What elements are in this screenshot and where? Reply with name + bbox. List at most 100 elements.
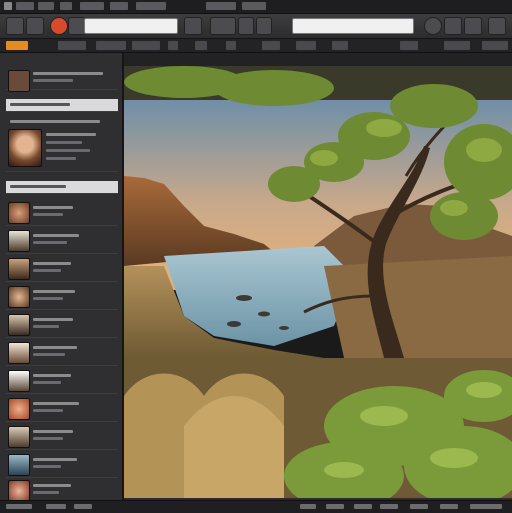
text-line xyxy=(33,465,61,468)
menu-item[interactable] xyxy=(16,2,34,10)
status-text xyxy=(470,504,502,509)
search-icon[interactable] xyxy=(424,17,442,35)
zoom-button[interactable] xyxy=(238,17,254,35)
tab[interactable] xyxy=(58,41,86,50)
thumbnail xyxy=(8,370,30,392)
tab[interactable] xyxy=(332,41,348,50)
toolbar xyxy=(0,14,512,39)
image-viewer[interactable] xyxy=(124,66,512,498)
tool-button[interactable] xyxy=(184,17,202,35)
text-line xyxy=(33,430,73,433)
back-button[interactable] xyxy=(6,17,24,35)
text-line xyxy=(33,206,73,209)
list-item-selected[interactable] xyxy=(6,99,118,112)
text-line xyxy=(33,262,71,265)
menu-item[interactable] xyxy=(38,2,54,10)
thumbnail xyxy=(8,314,30,336)
menu-item[interactable] xyxy=(206,2,236,10)
text-line xyxy=(33,241,67,244)
view-button[interactable] xyxy=(210,17,236,35)
search-input[interactable] xyxy=(292,18,414,34)
list-item[interactable] xyxy=(6,227,118,254)
thumbnail xyxy=(8,258,30,280)
status-text xyxy=(440,504,458,509)
thumbnail xyxy=(8,454,30,476)
menu-item[interactable] xyxy=(242,2,266,10)
text-line xyxy=(33,79,73,82)
list-item[interactable] xyxy=(6,67,118,92)
list-item[interactable] xyxy=(6,395,118,422)
list-item[interactable] xyxy=(6,367,118,394)
menu-item[interactable] xyxy=(110,2,128,10)
fit-button[interactable] xyxy=(256,17,272,35)
text-line xyxy=(33,491,59,494)
text-line xyxy=(33,458,77,461)
list-item-selected[interactable] xyxy=(6,181,118,194)
menu-bar xyxy=(0,0,512,14)
thumbnail xyxy=(8,230,30,252)
menu-item[interactable] xyxy=(60,2,72,10)
path-field[interactable] xyxy=(84,18,178,34)
tab[interactable] xyxy=(195,41,207,50)
tab[interactable] xyxy=(262,41,280,50)
tab[interactable] xyxy=(168,41,178,50)
tab-active[interactable] xyxy=(6,41,28,50)
list-item[interactable] xyxy=(6,423,118,450)
thumbnail xyxy=(8,398,30,420)
menu-item[interactable] xyxy=(136,2,166,10)
list-item[interactable] xyxy=(6,339,118,366)
menu-item[interactable] xyxy=(80,2,104,10)
text-line xyxy=(33,269,61,272)
status-text xyxy=(410,504,428,509)
thumbnail xyxy=(8,426,30,448)
info-button[interactable] xyxy=(464,17,482,35)
tab[interactable] xyxy=(132,41,160,50)
text-line xyxy=(46,141,82,144)
thumbnail xyxy=(8,286,30,308)
forward-button[interactable] xyxy=(26,17,44,35)
tab[interactable] xyxy=(296,41,316,50)
tab[interactable] xyxy=(444,41,470,50)
text-line xyxy=(33,409,63,412)
record-icon[interactable] xyxy=(50,17,68,35)
list-item[interactable] xyxy=(6,283,118,310)
thumbnail xyxy=(8,129,42,167)
status-text xyxy=(46,504,66,509)
text-line xyxy=(46,149,90,152)
tab[interactable] xyxy=(226,41,236,50)
status-text xyxy=(6,504,32,509)
text-line xyxy=(46,157,76,160)
text-line xyxy=(33,234,79,237)
text-line xyxy=(33,318,73,321)
tab[interactable] xyxy=(482,41,508,50)
app-icon[interactable] xyxy=(4,2,12,10)
status-text xyxy=(354,504,372,509)
status-text xyxy=(380,504,398,509)
share-button[interactable] xyxy=(444,17,462,35)
text-line xyxy=(33,374,71,377)
text-line xyxy=(33,346,77,349)
thumbnail xyxy=(8,342,30,364)
text-line xyxy=(33,402,79,405)
list-item[interactable] xyxy=(6,311,118,338)
list-item[interactable] xyxy=(6,477,118,500)
text-line xyxy=(33,290,75,293)
list-item[interactable] xyxy=(6,255,118,282)
text-line xyxy=(10,185,66,188)
text-line xyxy=(33,484,71,487)
tab-strip xyxy=(0,39,512,53)
list-item[interactable] xyxy=(6,199,118,226)
text-line xyxy=(33,297,63,300)
status-text xyxy=(300,504,316,509)
landscape-photo xyxy=(124,66,512,498)
list-item[interactable] xyxy=(6,125,118,172)
tab[interactable] xyxy=(400,41,418,50)
sidebar xyxy=(0,53,124,500)
text-line xyxy=(33,213,63,216)
tab[interactable] xyxy=(96,41,126,50)
settings-button[interactable] xyxy=(488,17,506,35)
list-item[interactable] xyxy=(6,451,118,478)
viewer-header xyxy=(124,53,512,67)
text-line xyxy=(46,133,96,136)
text-line xyxy=(33,72,103,75)
